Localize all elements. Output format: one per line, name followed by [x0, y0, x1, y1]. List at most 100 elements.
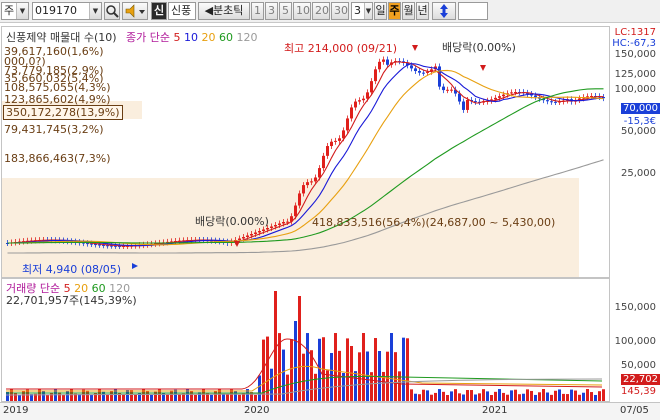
volume-bar	[430, 394, 433, 401]
volume-bar	[178, 394, 181, 401]
volume-bar	[486, 391, 489, 401]
volume-bar	[134, 394, 137, 401]
volume-bar	[590, 392, 593, 401]
volume-bar	[62, 394, 65, 401]
period-3-button[interactable]: 3	[265, 2, 278, 20]
volume-bar	[526, 389, 529, 401]
x-axis: 2019 2020 2021 07/05	[0, 402, 660, 420]
volume-bar	[538, 392, 541, 401]
volume-bar	[498, 389, 501, 401]
period-10-button[interactable]: 10	[293, 2, 311, 20]
volume-bar	[594, 394, 597, 401]
volume-bar	[426, 390, 429, 401]
search-icon	[106, 5, 119, 18]
volume-bar	[398, 371, 401, 401]
volume-bar	[50, 392, 53, 401]
search-button[interactable]	[104, 2, 120, 20]
ma-title: 종가 단순	[126, 31, 171, 44]
candle	[414, 68, 417, 72]
volume-bar	[598, 391, 601, 401]
candle	[386, 59, 389, 65]
candle	[458, 93, 461, 102]
hc-readout: HC:-67,3	[612, 38, 656, 49]
volume-bar	[226, 394, 229, 401]
candle	[382, 59, 385, 62]
y-tick: 100,000	[614, 84, 656, 95]
candle	[426, 71, 429, 73]
volume-bar	[434, 392, 437, 401]
candle	[338, 138, 341, 141]
volume-bar	[130, 390, 133, 401]
stock-name: 신풍	[168, 2, 196, 20]
candle	[378, 61, 381, 70]
volume-bar	[410, 389, 413, 401]
split-toggle[interactable]: ◀분초틱	[198, 2, 250, 20]
moving-average-line	[7, 159, 604, 254]
candle	[546, 100, 549, 102]
price-chart-panel[interactable]: 신풍제약 매물대 수(10) 종가 단순 5 10 20 60 120 39,6…	[1, 26, 610, 278]
ma-60-label: 60	[219, 31, 234, 44]
period-1-button[interactable]: 1	[251, 2, 264, 20]
volume-chart-panel[interactable]: 거래량 단순 5 20 60 120 22,701,957주(145,39%)	[1, 278, 610, 402]
volume-bar	[270, 368, 273, 401]
current-volume-pct: 145,39	[621, 386, 656, 397]
shin-badge[interactable]: 신	[151, 2, 167, 20]
sound-button[interactable]	[122, 2, 148, 20]
volume-bar	[566, 394, 569, 401]
chevron-down-icon[interactable]: ▼	[16, 3, 28, 19]
volume-bar	[462, 394, 465, 401]
period-30-button[interactable]: 30	[331, 2, 349, 20]
tab-weekly[interactable]: 주	[388, 2, 401, 20]
volume-bar	[22, 390, 25, 401]
volume-bar	[306, 333, 309, 401]
candle	[246, 235, 249, 237]
dividend-label: 배당락(0.00%)	[195, 215, 269, 228]
tab-yearly[interactable]: 년	[416, 2, 429, 20]
volume-bar	[586, 389, 589, 401]
volume-bar	[362, 333, 365, 401]
volume-bar	[474, 394, 477, 401]
candle	[410, 65, 413, 69]
volume-bar	[214, 390, 217, 401]
market-label: 주	[4, 4, 15, 17]
volume-bar	[294, 321, 297, 401]
candle	[374, 69, 377, 82]
profile-label: 350,172,278(13,9%)	[3, 105, 123, 120]
tab-monthly[interactable]: 월	[402, 2, 415, 20]
updown-button[interactable]	[432, 2, 456, 20]
volume-bar	[222, 393, 225, 401]
candle	[510, 92, 513, 94]
extra-input[interactable]	[458, 2, 488, 20]
period-20-button[interactable]: 20	[312, 2, 330, 20]
x-tick: 2021	[482, 405, 508, 416]
volume-bar	[570, 389, 573, 401]
volume-bar	[522, 393, 525, 401]
y-tick: 50,000	[621, 126, 656, 137]
market-select[interactable]: 주 ▼	[1, 2, 29, 20]
chevron-down-icon[interactable]: ▼	[89, 3, 101, 19]
volume-bar	[238, 394, 241, 401]
dividend-label: 배당락(0.00%)	[442, 41, 516, 54]
chevron-down-icon[interactable]: ▼	[364, 3, 372, 19]
volume-bar	[58, 392, 61, 401]
volume-bar	[514, 389, 517, 401]
period-5-button[interactable]: 5	[279, 2, 292, 20]
volume-bar	[18, 394, 21, 401]
candle	[326, 146, 329, 156]
tab-daily[interactable]: 일	[374, 2, 387, 20]
y-tick: 100,000	[614, 336, 656, 347]
volume-bar	[302, 353, 305, 401]
period-count-select[interactable]: 3 ▼	[351, 2, 373, 20]
volume-bar	[354, 371, 357, 401]
candle	[314, 177, 317, 182]
candle	[294, 205, 297, 217]
y-tick: 150,000	[614, 302, 656, 313]
lc-readout: LC:1317	[614, 27, 656, 38]
stock-code-input[interactable]: 019170 ▼	[32, 2, 102, 20]
candle	[502, 94, 505, 97]
profile-label: 418,833,516(56,4%)(24,687,00 ~ 5,430,00)	[312, 216, 556, 229]
high-marker	[412, 45, 418, 51]
x-tick: 2019	[3, 405, 29, 416]
candle	[334, 140, 337, 142]
candle	[362, 98, 365, 101]
